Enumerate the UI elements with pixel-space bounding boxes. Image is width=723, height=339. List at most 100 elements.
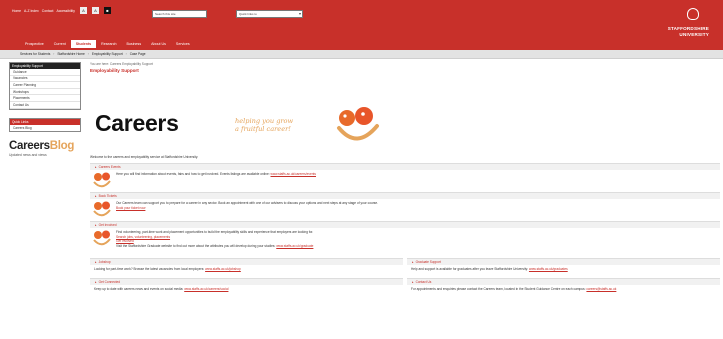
logo-line-2: UNIVERSITY xyxy=(679,32,709,37)
two-column-area: ▸ Jobshop Looking for part-time work? Bro… xyxy=(90,254,720,294)
block-body: Find volunteering, part-time work and pl… xyxy=(90,228,720,250)
block-text: Keep up to date with careers news and ev… xyxy=(94,287,184,292)
block-body: Help and support is available for gradua… xyxy=(407,265,720,274)
sidebar-item-career-planning[interactable]: Career Planning xyxy=(10,82,80,89)
blog-tagline: Updated news and views xyxy=(9,152,47,157)
block-text: Looking for part-time work? Browse the l… xyxy=(94,267,205,272)
nav-item-business[interactable]: Business xyxy=(122,40,147,48)
breadcrumb-item[interactable]: Employability Support xyxy=(92,50,123,58)
breadcrumb-item: Case Page xyxy=(129,52,146,56)
content-block-tickets: ▸ Book Tickets Our Careers team can suppo… xyxy=(90,192,720,217)
util-link-home[interactable]: Home xyxy=(12,9,21,13)
smiley-fruit-icon xyxy=(93,201,111,217)
block-body: Our Careers team can support you to prep… xyxy=(90,199,720,217)
block-title: Graduate Support xyxy=(415,260,441,265)
arrow-right-icon: ▸ xyxy=(95,194,97,198)
breadcrumb-item[interactable]: Services for Students xyxy=(20,50,50,58)
block-link[interactable]: careers@staffs.ac.uk xyxy=(586,287,616,291)
section-title: Employability Support xyxy=(90,68,139,73)
content-block-jobshop: ▸ Jobshop Looking for part-time work? Bro… xyxy=(90,258,403,274)
sidebar-item-placements[interactable]: Placements xyxy=(10,95,80,102)
smiley-fruit-icon xyxy=(93,230,111,246)
site-header: Home A-Z Index Contact Accessibility A A… xyxy=(0,0,723,50)
block-text: Here you will find information about eve… xyxy=(116,172,270,176)
arrow-right-icon: ▸ xyxy=(95,165,97,169)
arrow-right-icon: ▸ xyxy=(95,280,97,285)
block-link[interactable]: www.staffs.ac.uk/jobshop xyxy=(205,267,241,271)
text-size-small-button[interactable]: A xyxy=(79,7,87,14)
breadcrumb-item[interactable]: Staffordshire Home xyxy=(57,50,84,58)
quick-links-select[interactable]: Quick links to ▾ xyxy=(236,10,303,18)
block-text: For appointments and enquiries please co… xyxy=(411,287,586,292)
content-block-connected: ▸ Get Connected Keep up to date with care… xyxy=(90,278,403,294)
chevron-down-icon: ▾ xyxy=(298,11,301,16)
block-body: Here you will find information about eve… xyxy=(90,170,720,188)
nav-item-services[interactable]: Services xyxy=(171,40,195,48)
block-body: Keep up to date with careers news and ev… xyxy=(90,285,403,294)
careers-banner: Careers helping you grow a fruitful care… xyxy=(90,76,720,152)
block-title: Book Tickets xyxy=(98,194,117,198)
nav-item-students[interactable]: Students xyxy=(70,40,97,48)
block-link[interactable]: www.staffs.ac.uk/graduate xyxy=(276,244,313,248)
breadcrumb-separator: › xyxy=(125,52,127,56)
left-sidebar: Employability Support Guidance Vacancies… xyxy=(9,62,81,157)
main-nav: Prospective Current Students Research Bu… xyxy=(20,40,195,48)
block-link[interactable]: www.staffs.ac.uk/graduates xyxy=(529,267,568,271)
nav-item-about[interactable]: About Us xyxy=(146,40,171,48)
block-title: Get Connected xyxy=(98,280,121,285)
banner-tagline-line-2: a fruitful career! xyxy=(235,124,291,133)
left-column: ▸ Jobshop Looking for part-time work? Bro… xyxy=(90,254,403,294)
content-block-graduate: ▸ Graduate Support Help and support is av… xyxy=(407,258,720,274)
nav-item-prospective[interactable]: Prospective xyxy=(20,40,49,48)
sidebar-item-workshops[interactable]: Workshops xyxy=(10,89,80,96)
block-link[interactable]: www.staffs.ac.uk/careers/events xyxy=(271,172,316,176)
search-input[interactable]: Search this site xyxy=(152,10,207,18)
sidebar-item-vacancies[interactable]: Vacancies xyxy=(10,76,80,83)
print-icon[interactable]: ■ xyxy=(103,7,111,14)
util-link-contact[interactable]: Contact xyxy=(42,9,54,13)
text-size-large-button[interactable]: A xyxy=(91,7,99,14)
breadcrumb: Services for Students › Staffordshire Ho… xyxy=(0,50,723,59)
university-logo[interactable]: STAFFORDSHIRE UNIVERSITY xyxy=(645,4,711,46)
content-block-involved: ▸ Get Involved Find volunteering, part-ti… xyxy=(90,221,720,250)
page-location: You are here: Careers Employability Supp… xyxy=(90,62,153,66)
crest-icon xyxy=(687,8,699,20)
arrow-right-icon: ▸ xyxy=(412,280,414,285)
banner-tagline: helping you grow a fruitful career! xyxy=(235,117,293,133)
intro-text: Welcome to the careers and employability… xyxy=(90,155,199,159)
block-title: Jobshop xyxy=(98,260,111,265)
sidebar-item-guidance[interactable]: Guidance xyxy=(10,69,80,76)
logo-text: STAFFORDSHIRE UNIVERSITY xyxy=(668,26,709,38)
content-block-contact: ▸ Contact Us For appointments and enquiri… xyxy=(407,278,720,294)
util-link-az[interactable]: A-Z Index xyxy=(24,9,39,13)
quick-links-box: Quick Links Careers Blog xyxy=(9,117,81,132)
block-link[interactable]: Book your ticket now xyxy=(116,206,720,211)
block-text: Visit the Staffordshire Graduate website… xyxy=(116,243,276,248)
block-link[interactable]: www.staffs.ac.uk/careers/social xyxy=(184,287,228,291)
util-link-accessibility[interactable]: Accessibility xyxy=(56,9,74,13)
section-menu: Employability Support Guidance Vacancies… xyxy=(9,62,81,110)
blog-logo-word-2: Blog xyxy=(49,139,75,152)
block-text: Help and support is available for gradua… xyxy=(411,267,529,272)
sidebar-item-contact[interactable]: Contact Us xyxy=(10,102,80,109)
nav-item-research[interactable]: Research xyxy=(96,40,121,48)
quick-link-item[interactable]: Careers Blog xyxy=(10,125,80,131)
block-body: Looking for part-time work? Browse the l… xyxy=(90,265,403,274)
careers-blog-logo[interactable]: CareersBlog xyxy=(9,140,81,152)
quick-links-label: Quick links to xyxy=(239,12,257,16)
arrow-right-icon: ▸ xyxy=(95,223,97,227)
blog-logo-word-1: Careers xyxy=(9,139,50,152)
nav-item-current[interactable]: Current xyxy=(49,40,71,48)
breadcrumb-separator: › xyxy=(87,52,89,56)
block-title: Get Involved xyxy=(98,223,117,227)
utility-links: Home A-Z Index Contact Accessibility A A… xyxy=(12,7,111,14)
smiley-fruit-icon xyxy=(337,107,379,141)
content-block-events: ▸ Careers Events Here you will find infor… xyxy=(90,163,720,188)
page-title: Careers xyxy=(95,110,179,136)
main-content: You are here: Careers Employability Supp… xyxy=(90,62,720,294)
block-title: Careers Events xyxy=(98,165,121,169)
right-column: ▸ Graduate Support Help and support is av… xyxy=(407,254,720,294)
arrow-right-icon: ▸ xyxy=(95,260,97,265)
block-title: Contact Us xyxy=(415,280,432,285)
arrow-right-icon: ▸ xyxy=(412,260,414,265)
